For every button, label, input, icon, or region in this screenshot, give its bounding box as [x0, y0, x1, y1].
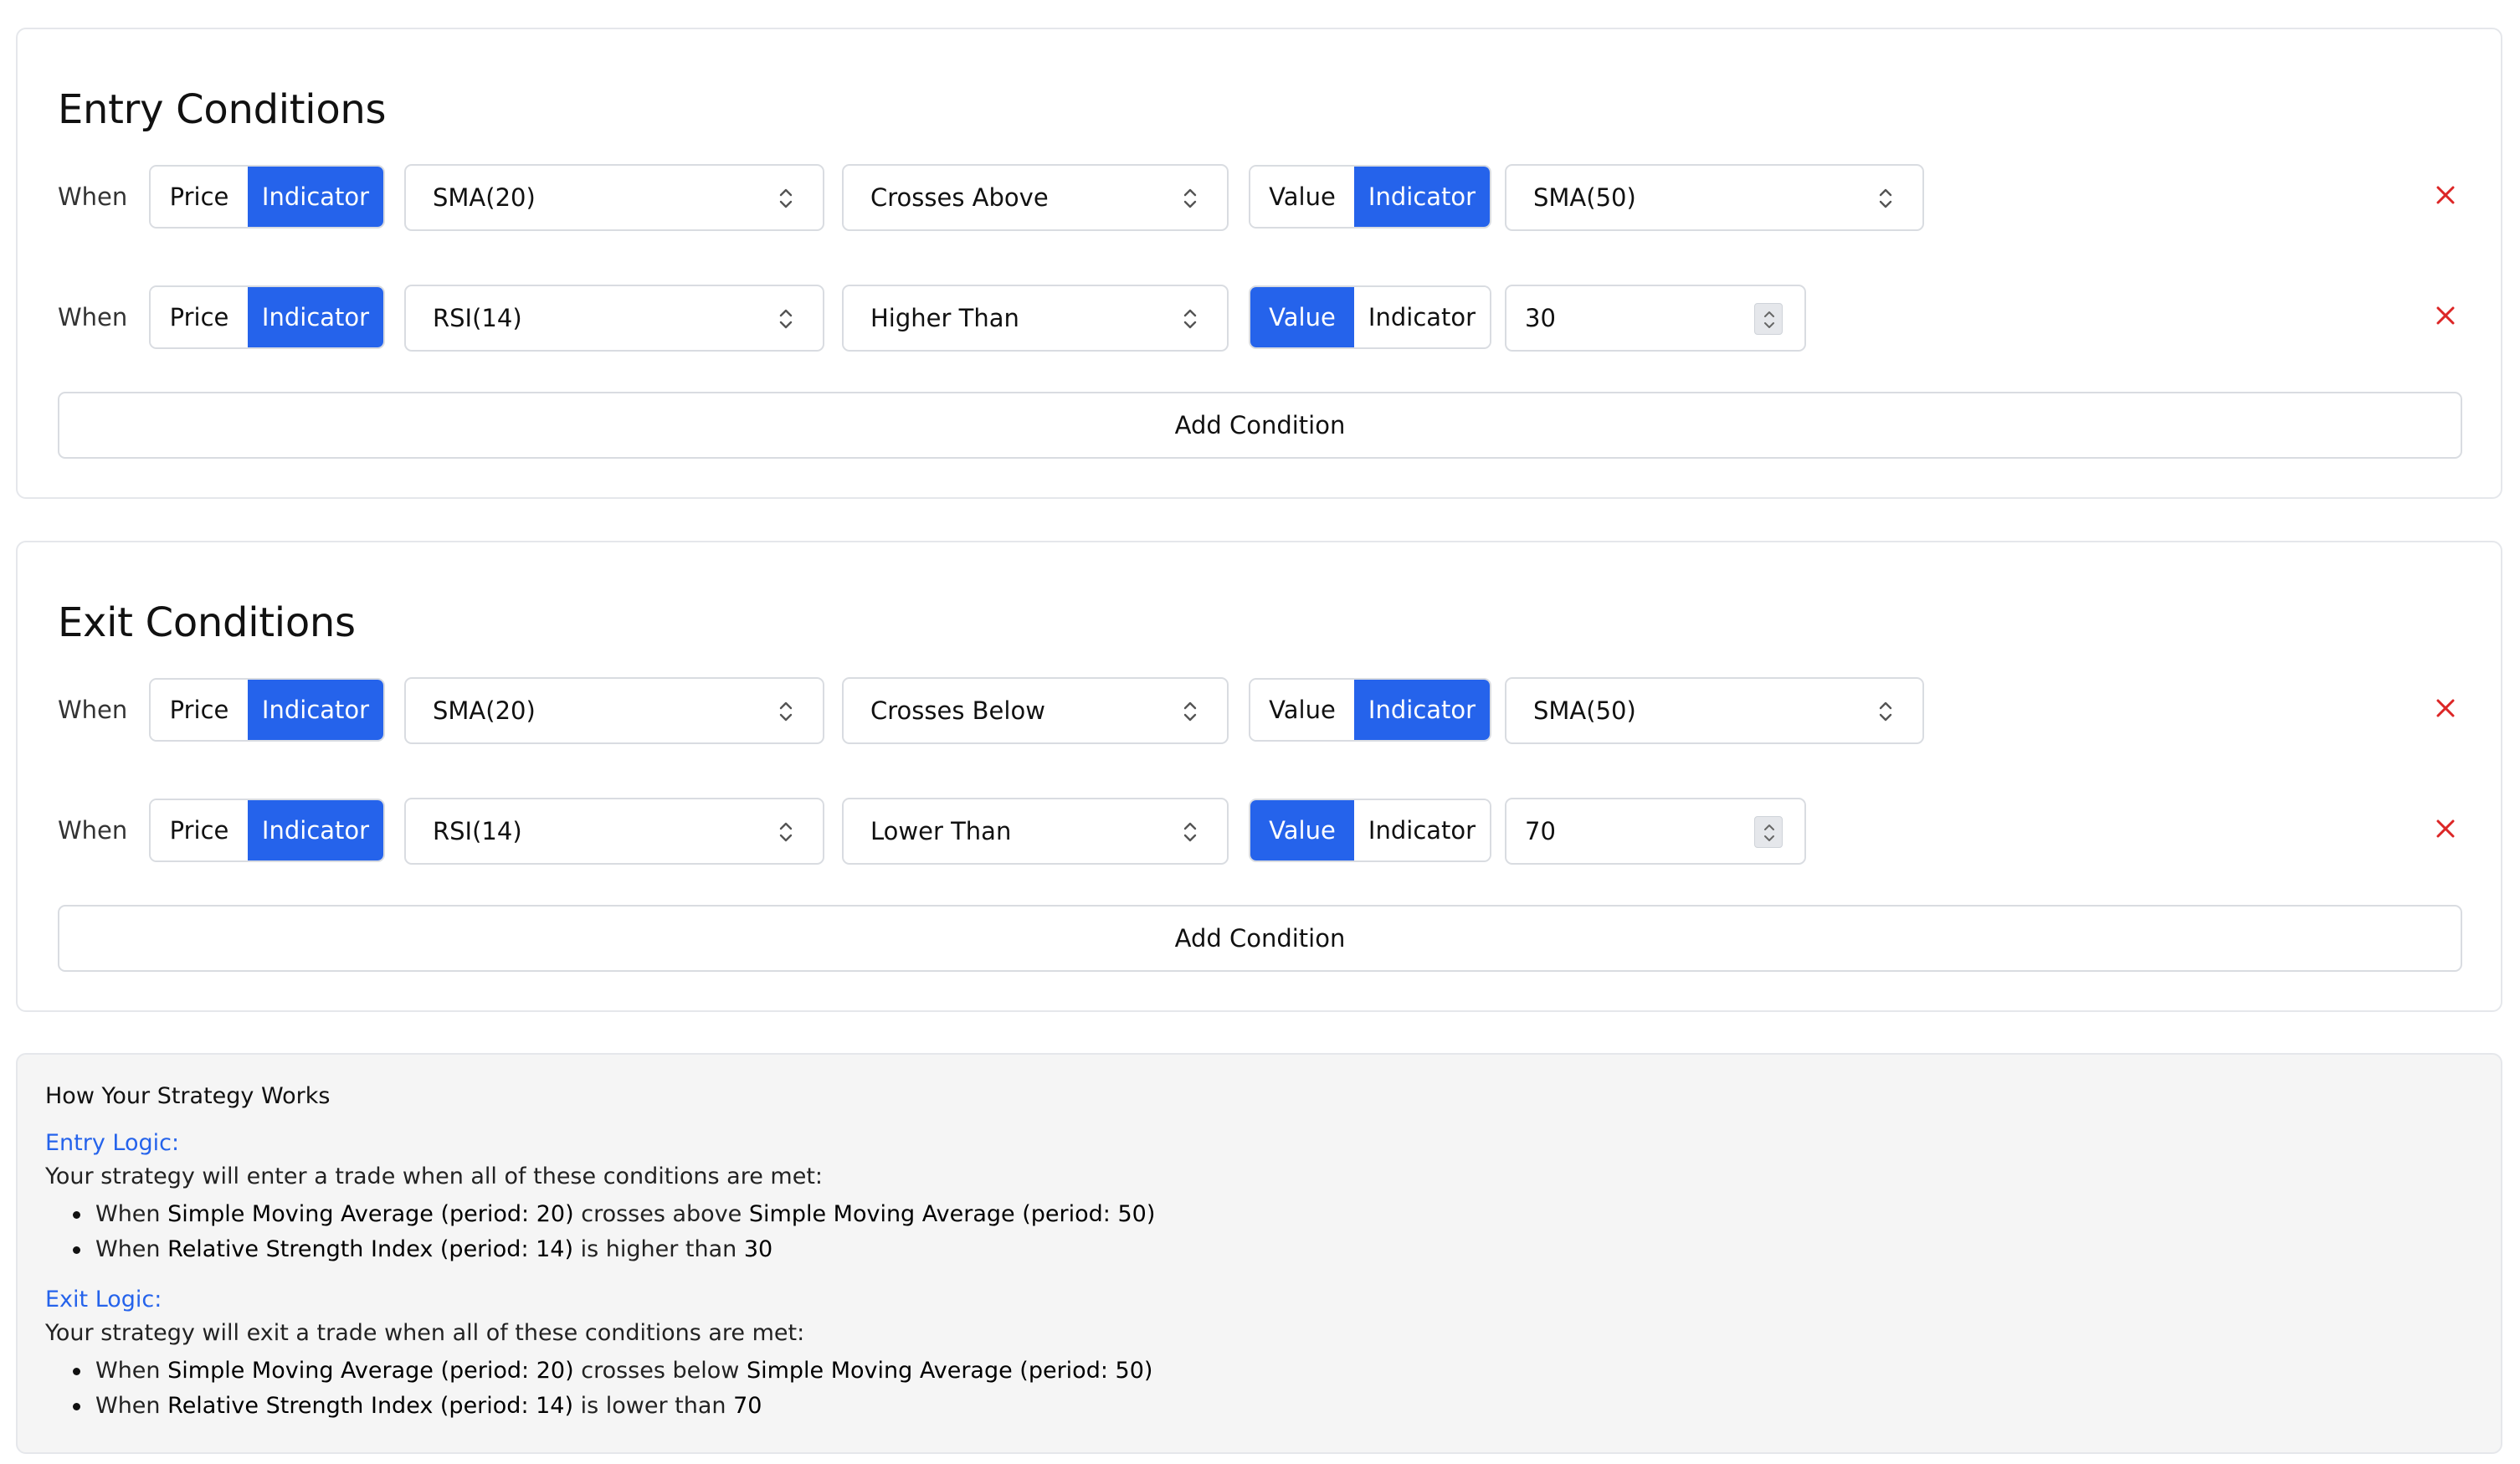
indicator-option[interactable]: Indicator [1354, 167, 1490, 227]
close-icon[interactable] [2433, 303, 2458, 328]
list-item: When Simple Moving Average (period: 20) … [66, 1197, 1155, 1232]
entry-logic-description: Your strategy will enter a trade when al… [45, 1163, 824, 1189]
operator-select[interactable]: Higher Than [842, 285, 1229, 352]
threshold-input[interactable] [1525, 295, 1726, 342]
exit-logic-description: Your strategy will exit a trade when all… [45, 1320, 805, 1346]
list-item: When Relative Strength Index (period: 14… [66, 1232, 1155, 1267]
left-indicator-select[interactable]: RSI(14) [404, 798, 824, 865]
value-option[interactable]: Value [1250, 287, 1354, 347]
selected-value: SMA(50) [1533, 696, 1636, 725]
chevron-up-down-icon [1183, 701, 1197, 722]
selected-value: SMA(20) [433, 183, 536, 212]
indicator-option[interactable]: Indicator [248, 800, 383, 860]
entry-condition-row: When Price Indicator RSI(14) Higher Than… [18, 285, 2501, 352]
indicator-option[interactable]: Indicator [248, 167, 383, 227]
exit-logic-heading: Exit Logic: [45, 1287, 162, 1312]
exit-condition-row: When Price Indicator SMA(20) Crosses Bel… [18, 677, 2501, 744]
left-indicator-select[interactable]: SMA(20) [404, 164, 824, 231]
indicator-option[interactable]: Indicator [1354, 287, 1490, 347]
chevron-up-down-icon [1183, 309, 1197, 329]
list-item: When Simple Moving Average (period: 20) … [66, 1354, 1152, 1389]
add-condition-button[interactable]: Add Condition [58, 392, 2462, 459]
threshold-input[interactable] [1525, 808, 1726, 855]
threshold-value-field [1505, 798, 1806, 865]
exit-condition-row: When Price Indicator RSI(14) Lower Than … [18, 798, 2501, 865]
chevron-up-down-icon [1764, 311, 1774, 328]
price-option[interactable]: Price [151, 167, 248, 227]
exit-conditions-panel: Exit Conditions When Price Indicator SMA… [16, 541, 2502, 1012]
value-option[interactable]: Value [1250, 167, 1354, 227]
close-icon[interactable] [2433, 816, 2458, 841]
chevron-up-down-icon [779, 701, 793, 722]
list-item: When Relative Strength Index (period: 14… [66, 1389, 1152, 1424]
selected-value: Crosses Above [870, 183, 1049, 212]
selected-value: Lower Than [870, 817, 1012, 845]
right-source-toggle: Value Indicator [1249, 799, 1491, 862]
price-option[interactable]: Price [151, 680, 248, 740]
right-indicator-select[interactable]: SMA(50) [1505, 164, 1924, 231]
left-source-toggle: Price Indicator [149, 285, 385, 349]
strategy-summary-panel: How Your Strategy Works Entry Logic: You… [16, 1053, 2502, 1454]
entry-logic-list: When Simple Moving Average (period: 20) … [66, 1197, 1155, 1267]
operator-select[interactable]: Crosses Above [842, 164, 1229, 231]
price-option[interactable]: Price [151, 287, 248, 347]
chevron-up-down-icon [1183, 822, 1197, 842]
entry-logic-heading: Entry Logic: [45, 1130, 180, 1156]
value-option[interactable]: Value [1250, 680, 1354, 740]
add-condition-button[interactable]: Add Condition [58, 905, 2462, 972]
chevron-up-down-icon [1879, 701, 1892, 722]
left-source-toggle: Price Indicator [149, 165, 385, 229]
entry-condition-row: When Price Indicator SMA(20) Crosses Abo… [18, 164, 2501, 231]
exit-conditions-title: Exit Conditions [58, 599, 356, 646]
when-label: When [58, 182, 128, 211]
indicator-option[interactable]: Indicator [1354, 800, 1490, 860]
indicator-option[interactable]: Indicator [248, 680, 383, 740]
when-label: When [58, 303, 128, 331]
spinner-icon[interactable] [1754, 303, 1783, 335]
left-indicator-select[interactable]: SMA(20) [404, 677, 824, 744]
close-icon[interactable] [2433, 696, 2458, 721]
chevron-up-down-icon [779, 822, 793, 842]
selected-value: RSI(14) [433, 304, 522, 332]
when-label: When [58, 696, 128, 724]
price-option[interactable]: Price [151, 800, 248, 860]
operator-select[interactable]: Lower Than [842, 798, 1229, 865]
selected-value: SMA(20) [433, 696, 536, 725]
spinner-icon[interactable] [1754, 816, 1783, 848]
entry-conditions-panel: Entry Conditions When Price Indicator SM… [16, 28, 2502, 499]
left-indicator-select[interactable]: RSI(14) [404, 285, 824, 352]
selected-value: SMA(50) [1533, 183, 1636, 212]
exit-logic-list: When Simple Moving Average (period: 20) … [66, 1354, 1152, 1424]
chevron-up-down-icon [779, 188, 793, 208]
right-source-toggle: Value Indicator [1249, 678, 1491, 742]
chevron-up-down-icon [779, 309, 793, 329]
chevron-up-down-icon [1764, 824, 1774, 841]
summary-title: How Your Strategy Works [45, 1083, 331, 1109]
left-source-toggle: Price Indicator [149, 678, 385, 742]
operator-select[interactable]: Crosses Below [842, 677, 1229, 744]
entry-conditions-title: Entry Conditions [58, 86, 387, 133]
selected-value: RSI(14) [433, 817, 522, 845]
chevron-up-down-icon [1879, 188, 1892, 208]
chevron-up-down-icon [1183, 188, 1197, 208]
right-source-toggle: Value Indicator [1249, 165, 1491, 229]
left-source-toggle: Price Indicator [149, 799, 385, 862]
selected-value: Crosses Below [870, 696, 1045, 725]
right-indicator-select[interactable]: SMA(50) [1505, 677, 1924, 744]
close-icon[interactable] [2433, 182, 2458, 208]
selected-value: Higher Than [870, 304, 1019, 332]
value-option[interactable]: Value [1250, 800, 1354, 860]
indicator-option[interactable]: Indicator [248, 287, 383, 347]
when-label: When [58, 816, 128, 845]
threshold-value-field [1505, 285, 1806, 352]
right-source-toggle: Value Indicator [1249, 285, 1491, 349]
indicator-option[interactable]: Indicator [1354, 680, 1490, 740]
